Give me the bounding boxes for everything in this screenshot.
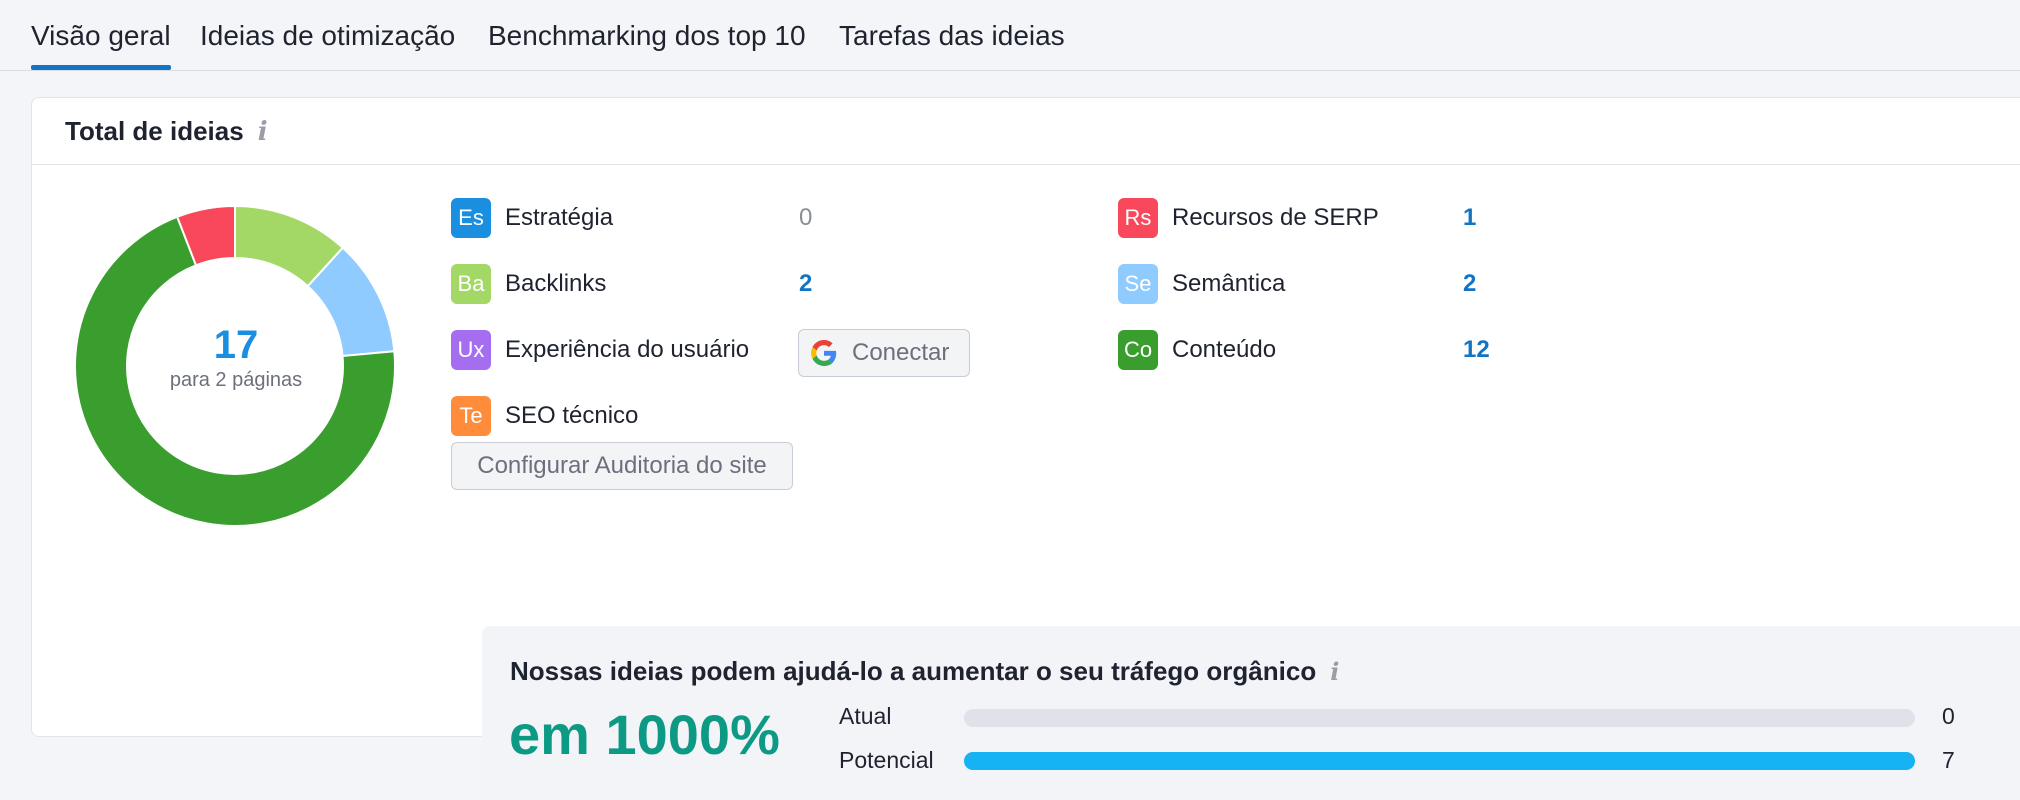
card-header: Total de ideias i bbox=[32, 98, 2020, 165]
tab-optimization-ideas[interactable]: Ideias de otimização bbox=[200, 20, 455, 52]
category-label: Backlinks bbox=[505, 270, 607, 297]
category-technical-seo: Te SEO técnico bbox=[451, 396, 851, 436]
category-count[interactable]: 1 bbox=[1463, 204, 1476, 232]
ux-badge: Ux bbox=[451, 330, 491, 370]
configure-site-audit-button[interactable]: Configurar Auditoria do site bbox=[451, 442, 793, 490]
backlinks-badge: Ba bbox=[451, 264, 491, 304]
semantics-badge: Se bbox=[1118, 264, 1158, 304]
google-icon bbox=[811, 340, 837, 366]
donut-center: 17 para 2 páginas bbox=[76, 323, 396, 392]
content-badge: Co bbox=[1118, 330, 1158, 370]
category-label: Conteúdo bbox=[1172, 336, 1277, 363]
info-icon[interactable]: i bbox=[1330, 657, 1339, 686]
card-title: Total de ideias i bbox=[65, 116, 268, 147]
potential-value: 7 bbox=[1942, 747, 1955, 773]
info-icon[interactable]: i bbox=[258, 117, 268, 147]
connect-label: Conectar bbox=[852, 339, 950, 366]
category-backlinks[interactable]: Ba Backlinks 2 bbox=[451, 264, 851, 304]
category-count[interactable]: 12 bbox=[1463, 336, 1490, 364]
category-count[interactable]: 2 bbox=[799, 270, 812, 298]
category-label: Semântica bbox=[1172, 270, 1286, 297]
potential-bar-fill bbox=[964, 752, 1915, 770]
category-label: Experiência do usuário bbox=[505, 336, 750, 363]
potential-bar bbox=[964, 752, 1915, 770]
current-label: Atual bbox=[839, 703, 892, 729]
current-bar bbox=[964, 709, 1915, 727]
current-value: 0 bbox=[1942, 703, 1955, 729]
category-count: 0 bbox=[799, 204, 813, 231]
technical-seo-badge: Te bbox=[451, 396, 491, 436]
category-serp-features[interactable]: Rs Recursos de SERP 1 bbox=[1118, 198, 1518, 238]
category-count[interactable]: 2 bbox=[1463, 270, 1476, 298]
tab-idea-tasks[interactable]: Tarefas das ideias bbox=[839, 20, 1065, 52]
card-title-text: Total de ideias bbox=[65, 116, 244, 146]
category-label: Recursos de SERP bbox=[1172, 204, 1379, 231]
category-content[interactable]: Co Conteúdo 12 bbox=[1118, 330, 1518, 370]
estrategia-badge: Es bbox=[451, 198, 491, 238]
donut-subtitle: para 2 páginas bbox=[169, 369, 303, 391]
tab-benchmarking[interactable]: Benchmarking dos top 10 bbox=[488, 20, 806, 52]
connect-google-button[interactable]: Conectar bbox=[798, 329, 970, 377]
category-estrategia[interactable]: Es Estratégia 0 bbox=[451, 198, 851, 238]
tab-bar: Visão geral Ideias de otimização Benchma… bbox=[0, 0, 2020, 71]
category-semantics[interactable]: Se Semântica 2 bbox=[1118, 264, 1518, 304]
potential-label: Potencial bbox=[839, 747, 934, 773]
tab-overview[interactable]: Visão geral bbox=[31, 20, 171, 70]
category-label: Estratégia bbox=[505, 204, 614, 231]
serp-badge: Rs bbox=[1118, 198, 1158, 238]
traffic-potential-panel: Nossas ideias podem ajudá-lo a aumentar … bbox=[482, 626, 2020, 800]
total-ideas-card: Total de ideias i 17 para 2 páginas Es Es… bbox=[31, 97, 2020, 800]
panel-title-text: Nossas ideias podem ajudá-lo a aumentar … bbox=[510, 656, 1317, 686]
donut-total: 17 bbox=[213, 323, 259, 367]
panel-title: Nossas ideias podem ajudá-lo a aumentar … bbox=[510, 656, 1339, 687]
category-label: SEO técnico bbox=[505, 402, 639, 429]
growth-percentage: em 1000% bbox=[509, 703, 780, 766]
category-user-experience: Ux Experiência do usuário bbox=[451, 330, 851, 370]
